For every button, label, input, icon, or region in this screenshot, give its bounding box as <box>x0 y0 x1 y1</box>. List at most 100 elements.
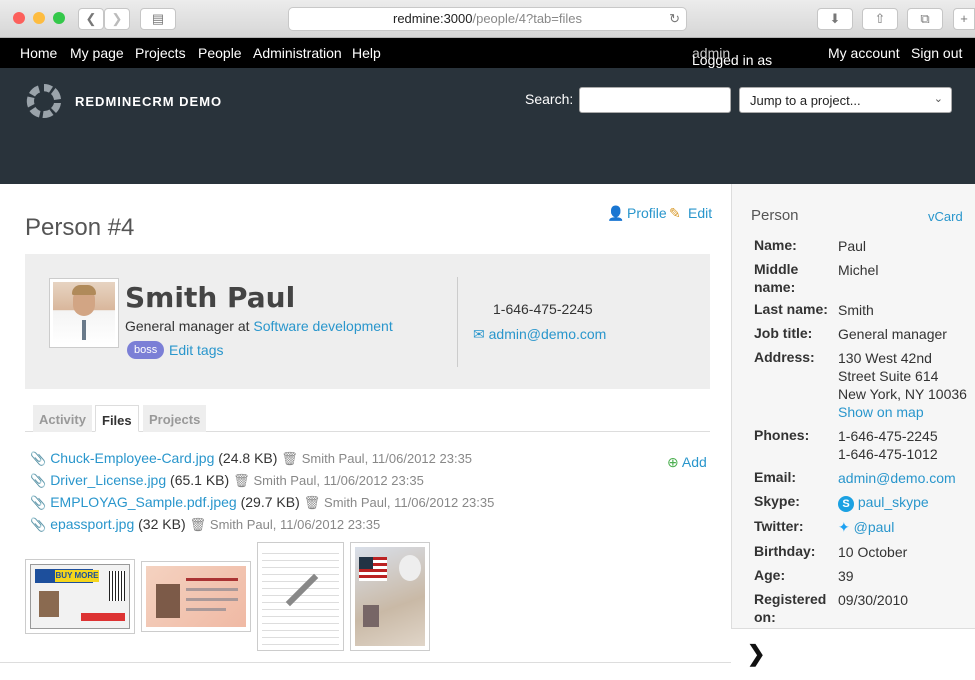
address-bar[interactable]: redmine:3000/people/4?tab=files ↻ <box>288 7 687 31</box>
email-label: Email: <box>754 469 797 485</box>
file-link[interactable]: EMPLOYAG_Sample.pdf.jpeg <box>50 494 237 510</box>
download-icon[interactable]: ⬇ <box>817 8 853 30</box>
menu-people[interactable]: People <box>198 45 242 61</box>
top-menu: Home My page Projects People Administrat… <box>0 38 975 68</box>
vcard-link[interactable]: vCard <box>928 209 963 224</box>
file-size: (29.7 KB) <box>240 494 300 510</box>
birthday-value: 10 October <box>838 544 908 560</box>
minimize-window-icon[interactable] <box>33 12 45 24</box>
jump-to-project-select[interactable]: Jump to a project... ⌄ <box>739 87 952 113</box>
file-link[interactable]: Chuck-Employee-Card.jpg <box>50 450 214 466</box>
tabs-overview-icon[interactable]: ⧉ <box>907 8 943 30</box>
thumbnail-employag-sample[interactable] <box>257 542 344 651</box>
contact-phone: 1-646-475-2245 <box>493 301 593 317</box>
address-line-3: New York, NY 10036 <box>838 386 967 402</box>
trash-icon[interactable]: 🗑 <box>281 451 298 466</box>
menu-my-account[interactable]: My account <box>828 45 900 61</box>
age-label: Age: <box>754 567 786 583</box>
contact-email-row: ✉ admin@demo.com <box>473 326 606 343</box>
name-label: Name: <box>754 237 797 253</box>
menu-sign-out[interactable]: Sign out <box>911 45 962 61</box>
site-header: REDMINECRM DEMO Search: Jump to a projec… <box>0 68 975 184</box>
logo-icon <box>26 84 61 119</box>
sidebar-toggle-icon[interactable]: ▤ <box>140 8 176 30</box>
registered-label: Registered on: <box>754 591 827 625</box>
close-window-icon[interactable] <box>13 12 25 24</box>
twitter-link[interactable]: @paul <box>854 519 895 535</box>
show-on-map-link[interactable]: Show on map <box>838 403 924 421</box>
phones-label: Phones: <box>754 427 810 443</box>
menu-my-page[interactable]: My page <box>70 45 124 61</box>
menu-projects[interactable]: Projects <box>135 45 186 61</box>
chevron-right-icon[interactable]: ❯ <box>747 641 765 667</box>
person-name: Smith Paul <box>125 281 296 314</box>
job-title-value: General manager <box>838 326 947 342</box>
file-link[interactable]: Driver_License.jpg <box>50 472 166 488</box>
file-link[interactable]: epassport.jpg <box>50 516 134 532</box>
file-row: 📎 EMPLOYAG_Sample.pdf.jpeg (29.7 KB) 🗑 Sm… <box>30 494 494 511</box>
phone-1: 1-646-475-2245 <box>838 428 938 444</box>
edit-link[interactable]: Edit <box>688 205 712 221</box>
middle-name-value: Michel <box>838 262 879 278</box>
menu-help[interactable]: Help <box>352 45 381 61</box>
avatar-photo <box>53 282 115 344</box>
thumbnail-employee-card[interactable]: BUY MORE <box>25 559 135 634</box>
forward-button[interactable]: ❯ <box>104 8 130 30</box>
twitter-row: ✦ @paul <box>838 518 894 536</box>
url-host: redmine:3000 <box>392 11 473 26</box>
share-icon[interactable]: ⇧ <box>862 8 898 30</box>
page-title: Person #4 <box>25 214 135 241</box>
envelope-icon: ✉ <box>473 326 485 342</box>
address-label: Address: <box>754 349 815 365</box>
back-button[interactable]: ❮ <box>78 8 104 30</box>
zoom-window-icon[interactable] <box>53 12 65 24</box>
site-title[interactable]: REDMINECRM DEMO <box>75 94 222 109</box>
skype-icon: S <box>838 496 854 512</box>
thumbnail-epassport[interactable] <box>350 542 430 651</box>
new-tab-icon[interactable]: + <box>953 8 975 30</box>
add-file-button[interactable]: ⊕ Add <box>667 454 707 471</box>
paperclip-icon: 📎 <box>30 473 47 488</box>
url-path: /people/4?tab=files <box>472 11 582 26</box>
divider <box>457 277 458 367</box>
last-name-value: Smith <box>838 302 874 318</box>
menu-administration[interactable]: Administration <box>253 45 342 61</box>
sidebar: Person vCard Name: Paul Middle name: Mic… <box>731 184 975 680</box>
job-line: General manager at Software development <box>125 318 393 334</box>
tab-projects[interactable]: Projects <box>143 405 207 432</box>
profile-link[interactable]: Profile <box>627 205 667 221</box>
trash-icon[interactable]: 🗑 <box>190 517 207 532</box>
edit-tags-link[interactable]: Edit tags <box>169 342 223 358</box>
paperclip-icon: 📎 <box>30 495 47 510</box>
contact-email-link[interactable]: admin@demo.com <box>489 326 607 342</box>
person-card: Smith Paul General manager at Software d… <box>25 254 710 389</box>
company-link[interactable]: Software development <box>253 318 392 334</box>
age-value: 39 <box>838 568 854 584</box>
file-row: 📎 epassport.jpg (32 KB) 🗑 Smith Paul, 11/… <box>30 516 380 533</box>
file-size: (24.8 KB) <box>218 450 278 466</box>
trash-icon[interactable]: 🗑 <box>233 473 250 488</box>
trash-icon[interactable]: 🗑 <box>304 495 321 510</box>
logged-in-label: Logged in as <box>692 52 773 68</box>
address-line-2: Street Suite 614 <box>838 368 939 384</box>
tab-activity[interactable]: Activity <box>33 405 92 432</box>
add-file-label[interactable]: Add <box>682 454 707 470</box>
email-link[interactable]: admin@demo.com <box>838 469 956 487</box>
menu-home[interactable]: Home <box>20 45 57 61</box>
phone-2: 1-646-475-1012 <box>838 446 938 462</box>
twitter-bird-icon: ✦ <box>838 519 850 535</box>
browser-toolbar: ❮ ❯ ▤ redmine:3000/people/4?tab=files ↻ … <box>0 0 975 38</box>
thumbnail-driver-license[interactable] <box>141 561 251 632</box>
job-prefix: General manager at <box>125 318 250 334</box>
tab-files[interactable]: Files <box>95 405 139 432</box>
search-input[interactable] <box>579 87 731 113</box>
file-meta: Smith Paul, 11/06/2012 23:35 <box>301 451 473 466</box>
reload-icon[interactable]: ↻ <box>669 8 680 30</box>
file-meta: Smith Paul, 11/06/2012 23:35 <box>209 517 381 532</box>
skype-link[interactable]: paul_skype <box>858 494 929 510</box>
file-meta: Smith Paul, 11/06/2012 23:35 <box>324 495 495 510</box>
tabs: Activity Files Projects <box>25 405 710 432</box>
twitter-label: Twitter: <box>754 518 804 534</box>
tag-badge[interactable]: boss <box>127 341 165 359</box>
skype-row: S paul_skype <box>838 493 929 512</box>
